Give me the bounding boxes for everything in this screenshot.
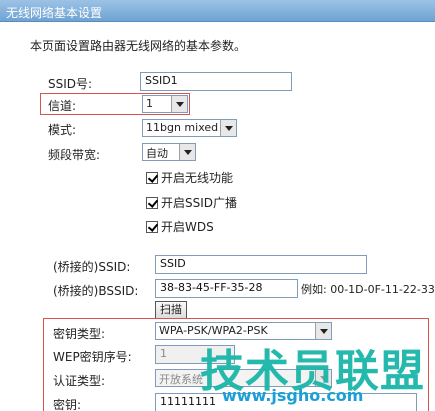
channel-value: 1 [146, 97, 153, 110]
window-titlebar: 无线网络基本设置 [0, 0, 435, 22]
enable-wds-label: 开启WDS [161, 220, 214, 234]
bridged-bssid-value: 38-83-45-FF-35-28 [160, 281, 263, 294]
enable-wireless-row[interactable]: 开启无线功能 [146, 169, 233, 186]
bridged-ssid-input[interactable]: SSID [155, 255, 367, 274]
enable-wds-row[interactable]: 开启WDS [146, 218, 214, 235]
bridged-bssid-input[interactable]: 38-83-45-FF-35-28 [155, 279, 298, 298]
enable-wireless-label: 开启无线功能 [161, 171, 234, 185]
ssid-label: SSID号: [48, 77, 93, 91]
ssid-value: SSID1 [145, 74, 178, 87]
mode-label: 模式: [48, 123, 77, 137]
auth-type-value: 开放系统 [159, 373, 203, 386]
enable-ssid-broadcast-label: 开启SSID广播 [161, 196, 238, 210]
auth-type-label: 认证类型: [53, 374, 106, 388]
enable-ssid-broadcast-checkbox[interactable] [146, 197, 158, 209]
ssid-input[interactable]: SSID1 [140, 72, 292, 91]
enable-wireless-checkbox[interactable] [146, 172, 158, 184]
bridged-ssid-value: SSID [160, 257, 186, 270]
channel-select[interactable]: 1 [142, 95, 188, 113]
enable-wds-checkbox[interactable] [146, 221, 158, 233]
key-type-label: 密钥类型: [53, 327, 106, 341]
bridged-ssid-label: (桥接的)SSID: [53, 260, 131, 274]
bandwidth-value: 自动 [146, 147, 168, 160]
scan-button[interactable]: 扫描 [155, 301, 187, 319]
channel-label: 信道: [48, 99, 77, 113]
bandwidth-label: 频段带宽: [48, 148, 101, 162]
wep-index-label: WEP密钥序号: [53, 350, 132, 364]
bridged-bssid-label: (桥接的)BSSID: [53, 284, 139, 298]
enable-ssid-broadcast-row[interactable]: 开启SSID广播 [146, 194, 237, 211]
bandwidth-select[interactable]: 自动 [142, 143, 196, 161]
key-label: 密钥: [53, 398, 82, 411]
chevron-down-icon [179, 144, 195, 160]
mode-select[interactable]: 11bgn mixed [142, 119, 237, 137]
watermark-url: www.jsgho.com [222, 386, 364, 405]
window-title: 无线网络基本设置 [6, 6, 103, 20]
mode-value: 11bgn mixed [146, 121, 219, 134]
chevron-down-icon [171, 96, 187, 112]
bssid-example-hint: 例如: 00-1D-0F-11-22-33 [301, 283, 435, 296]
page-description: 本页面设置路由器无线网络的基本参数。 [30, 39, 247, 53]
chevron-down-icon [220, 120, 236, 136]
wep-index-value: 1 [160, 347, 167, 360]
